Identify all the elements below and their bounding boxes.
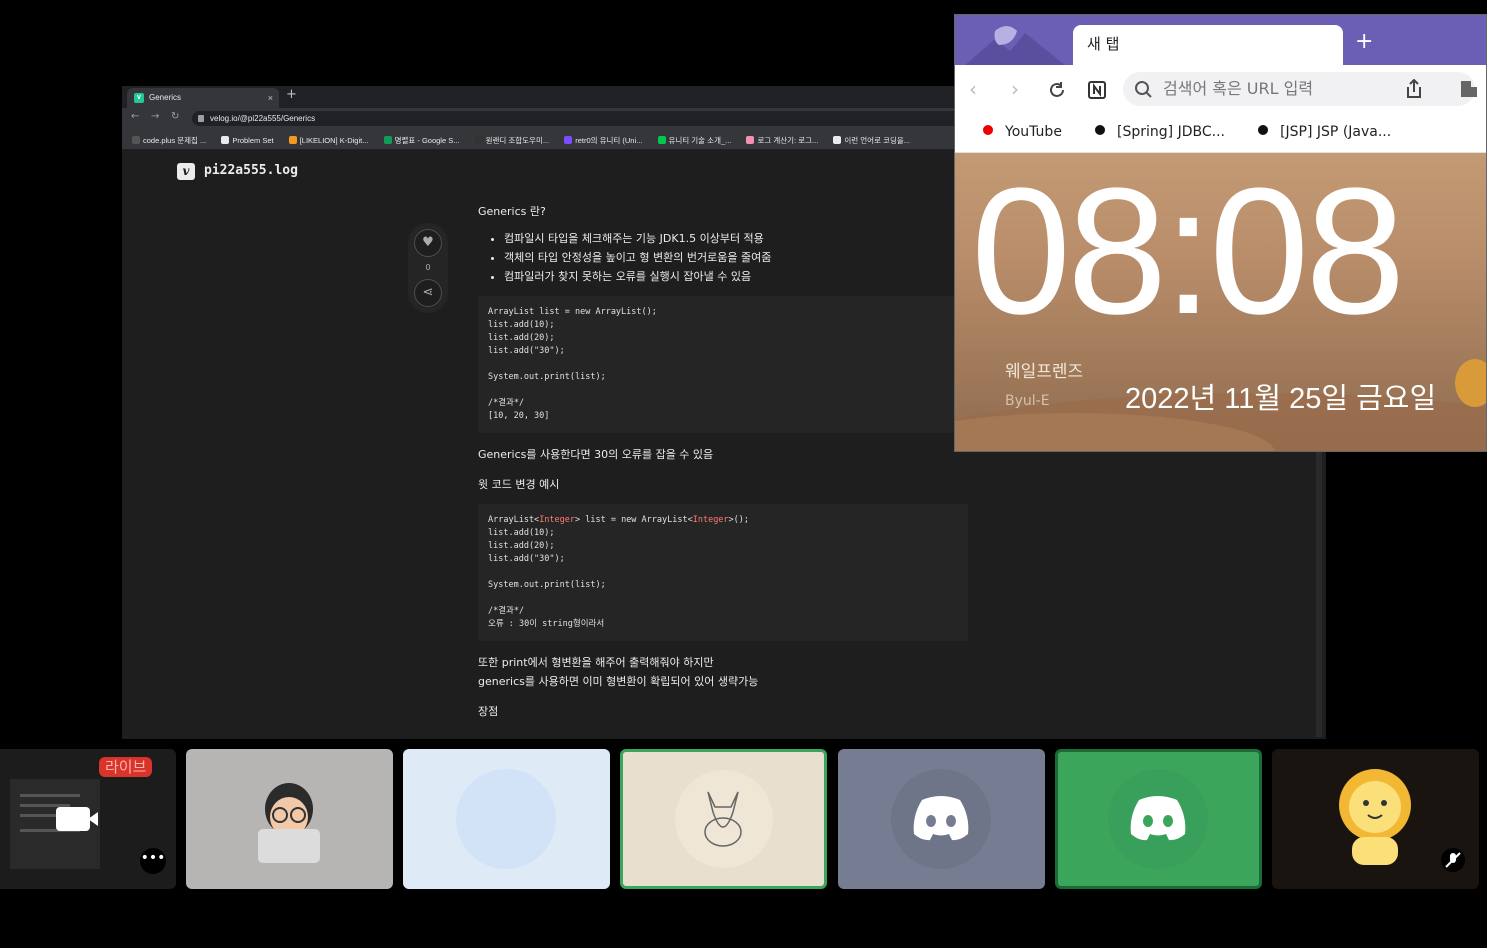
notion-icon[interactable] — [1087, 80, 1107, 100]
date-display: 2022년 11월 25일 금요일 — [1125, 383, 1437, 415]
live-badge: 라이브 — [99, 757, 153, 777]
forward-arrow-icon[interactable]: › — [1011, 77, 1019, 101]
post-heading: Generics 란? — [478, 205, 546, 218]
bookmark-favicon-icon — [383, 136, 392, 144]
avatar — [456, 769, 556, 869]
chrome-address-bar[interactable]: velog.io/@pi22a555/Generics — [192, 111, 1052, 126]
new-tab-button[interactable]: + — [1355, 31, 1373, 53]
participant-tile[interactable] — [1272, 749, 1479, 889]
bookmark-favicon-icon — [132, 136, 140, 144]
whale-window: 새 탭 + ‹ › 검색어 혹은 URL 입력 YouTube [Spring]… — [954, 14, 1487, 452]
paragraph: 윗 코드 변경 예시 — [478, 478, 560, 491]
code-block: ArrayList list = new ArrayList(); list.a… — [478, 296, 968, 433]
reload-icon[interactable] — [1047, 80, 1067, 100]
whale-toolbar: ‹ › 검색어 혹은 URL 입력 — [955, 65, 1486, 113]
bookmark-item[interactable]: 유니티 기술 소개_... — [657, 130, 731, 149]
participant-tile-live[interactable]: 라이브 ••• — [0, 749, 176, 889]
youtube-icon — [983, 125, 993, 135]
chrome-tab-generics[interactable]: v Generics × — [127, 88, 279, 108]
blog-name[interactable]: pi22a555.log — [204, 163, 298, 178]
chrome-tab-title: Generics — [149, 93, 182, 102]
lock-icon — [198, 115, 204, 122]
bookmark-favicon-icon — [474, 136, 483, 144]
discord-icon — [1130, 796, 1186, 841]
discord-icon — [913, 796, 969, 841]
velog-logo-icon[interactable]: v — [177, 163, 195, 180]
wallpaper-credit: 웨일프렌즈 — [1005, 362, 1084, 382]
search-icon — [1135, 81, 1152, 98]
close-tab-icon[interactable]: × — [268, 88, 273, 108]
bookmark-item[interactable]: Problem Set — [221, 130, 274, 149]
whale-bookmarks-bar: YouTube [Spring] JDBC... [JSP] JSP (Java… — [955, 113, 1486, 153]
bookmark-favicon-icon — [221, 136, 230, 144]
list-item: 객체의 타입 안정성을 높이고 형 변환의 번거로움을 줄여줌 — [504, 248, 968, 267]
bookmark-item[interactable]: [JSP] JSP (Java... — [1258, 113, 1391, 151]
new-tab-button[interactable]: + — [286, 87, 297, 102]
post-content: Generics 란? 컴파일시 타입을 체크해주는 기능 JDK1.5 이상부… — [478, 202, 968, 721]
bookmark-item[interactable]: retr0의 유니티 (Uni... — [564, 130, 642, 149]
bookmark-dot-icon — [1095, 125, 1106, 135]
clock: 08:08 — [971, 153, 1405, 352]
paragraph: 장점 — [478, 705, 499, 718]
dog-illustration-icon — [704, 791, 742, 847]
whale-logo-icon — [965, 26, 1065, 65]
chrome-url: velog.io/@pi22a555/Generics — [210, 114, 316, 123]
bookmark-item[interactable]: code.plus 문제집 ... — [132, 130, 206, 149]
whale-tabbar: 새 탭 + — [955, 15, 1486, 65]
search-placeholder: 검색어 혹은 URL 입력 — [1163, 79, 1314, 98]
bookmark-item[interactable]: 원랜디 조합도우미... — [474, 130, 549, 149]
participant-tile[interactable] — [403, 749, 610, 889]
bookmark-favicon-icon — [657, 136, 666, 144]
bookmark-item[interactable]: [Spring] JDBC... — [1095, 113, 1225, 151]
bookmark-item[interactable]: [LIKELION] K-Digit... — [288, 130, 368, 149]
more-options-icon[interactable]: ••• — [140, 848, 166, 874]
bookmark-item[interactable]: YouTube — [983, 113, 1062, 151]
share-icon[interactable]: ⋖ — [414, 279, 442, 307]
bookmark-item[interactable]: 이런 언어로 코딩을... — [833, 130, 910, 149]
forward-arrow-icon[interactable]: → — [151, 111, 159, 122]
like-heart-icon[interactable]: ♥ — [414, 229, 442, 257]
post-side-actions: ♥ 0 ⋖ — [408, 223, 448, 313]
newtab-background: 08:08 웨일프렌즈 Byul-E 2022년 11월 25일 금요일 — [955, 153, 1486, 451]
participant-tile[interactable] — [838, 749, 1045, 889]
paragraph: generics를 사용하면 이미 형변환이 확립되어 있어 생략가능 — [478, 675, 759, 688]
participant-tile-speaking[interactable] — [1055, 749, 1262, 889]
paragraph: Generics를 사용한다면 30의 오류를 잡을 수 있음 — [478, 448, 714, 461]
whale-address-bar[interactable]: 검색어 혹은 URL 입력 — [1123, 72, 1475, 106]
code-block: ArrayList<Integer> list = new ArrayList<… — [478, 504, 968, 641]
bullet-list: 컴파일시 타입을 체크해주는 기능 JDK1.5 이상부터 적용 객체의 타입 … — [504, 229, 968, 286]
bookmark-dot-icon — [1258, 125, 1269, 135]
bookmark-favicon-icon — [833, 136, 842, 144]
whale-tab-newtab[interactable]: 새 탭 — [1073, 25, 1343, 65]
muted-mic-icon — [1441, 848, 1465, 872]
extensions-icon[interactable] — [1457, 79, 1479, 99]
wallpaper-author: Byul-E — [1005, 393, 1050, 409]
desktop: v Generics × + ← → ↻ velog.io/@pi22a555/… — [0, 0, 1487, 948]
lion-avatar — [1339, 769, 1411, 865]
bookmark-item[interactable]: 로그 계산기: 로그... — [746, 130, 818, 149]
back-arrow-icon[interactable]: ‹ — [969, 77, 977, 101]
bookmark-favicon-icon — [288, 136, 297, 144]
bookmark-favicon-icon — [746, 136, 755, 144]
reload-icon[interactable]: ↻ — [171, 111, 179, 122]
list-item: 컴파일러가 찾지 못하는 오류를 실행시 잡아낼 수 있음 — [504, 267, 968, 286]
participant-tile-speaking[interactable] — [620, 749, 827, 889]
bookmark-favicon-icon — [564, 136, 573, 144]
video-camera-icon[interactable] — [56, 807, 90, 831]
like-count: 0 — [425, 263, 431, 272]
velog-favicon-icon: v — [134, 93, 144, 103]
participant-tile[interactable] — [186, 749, 393, 889]
back-arrow-icon[interactable]: ← — [131, 111, 139, 122]
paragraph: 또한 print에서 형변환을 해주어 출력해줘야 하지만 — [478, 656, 714, 669]
share-icon[interactable] — [1405, 79, 1423, 99]
memoji-avatar — [258, 783, 320, 863]
list-item: 컴파일시 타입을 체크해주는 기능 JDK1.5 이상부터 적용 — [504, 229, 968, 248]
bookmark-item[interactable]: 명렬표 - Google S... — [383, 130, 459, 149]
